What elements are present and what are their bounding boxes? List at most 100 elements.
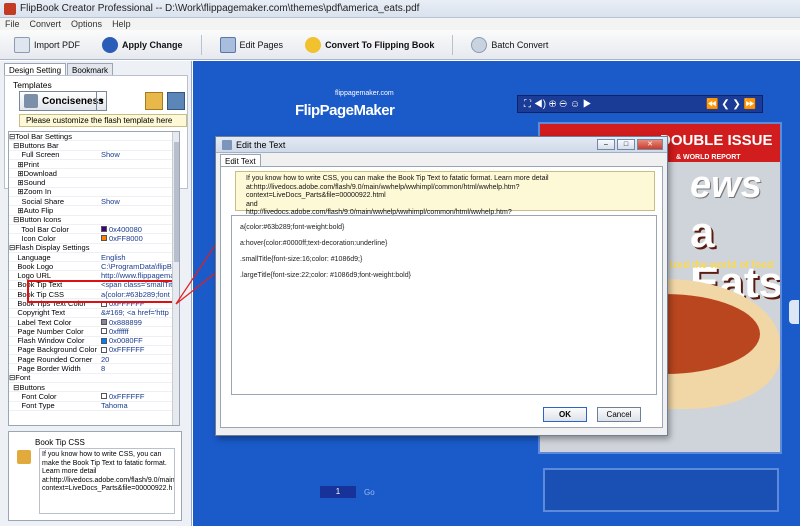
property-row[interactable]: ⊟Tool Bar Settings (9, 132, 179, 142)
color-swatch[interactable] (101, 337, 107, 344)
property-name: Page Border Width (9, 364, 81, 374)
property-value[interactable]: C:\ProgramData\flipBook (101, 262, 179, 271)
dialog-title: Edit the Text (236, 139, 286, 150)
menu-convert[interactable]: Convert (25, 19, 67, 29)
description-text: If you know how to write CSS, you can ma… (39, 448, 175, 514)
property-name: Label Text Color (9, 317, 72, 327)
property-row[interactable]: Book Logo C:\ProgramData\flipBook (9, 262, 179, 272)
property-row[interactable]: Page Rounded Corner 20 (9, 355, 179, 365)
maximize-icon[interactable]: □ (617, 139, 635, 150)
property-row[interactable]: ⊟Buttons (9, 383, 179, 393)
property-value[interactable]: 0x888899 (101, 318, 179, 327)
property-row[interactable]: Tool Bar Color 0x400080 (9, 225, 179, 235)
property-row[interactable]: Full Screen Show (9, 150, 179, 160)
import-pdf-button[interactable]: Import PDF (10, 34, 84, 56)
property-value[interactable]: English (101, 253, 179, 262)
edit-pages-icon (219, 36, 236, 53)
hint-line: If you know how to write CSS, you can ma… (246, 175, 549, 182)
property-name: ⊟Flash Display Settings (9, 243, 90, 253)
import-pdf-label: Import PDF (34, 39, 81, 50)
property-row[interactable]: Flash Window Color 0x0080FF (9, 336, 179, 346)
property-name: Font Color (9, 391, 57, 401)
batch-convert-button[interactable]: Batch Convert (467, 34, 552, 56)
app-icon (4, 2, 16, 15)
batch-convert-label: Batch Convert (491, 39, 549, 50)
property-row[interactable]: ⊟Font (9, 373, 179, 384)
page-number-input[interactable]: 1 (320, 486, 356, 498)
close-icon[interactable]: ✕ (637, 139, 663, 150)
property-value[interactable]: 8 (101, 364, 179, 373)
property-name: ⊞Auto Flip (9, 206, 54, 216)
menu-help[interactable]: Help (107, 19, 136, 29)
property-value[interactable]: &#169; <a href='http (101, 308, 179, 317)
property-row[interactable]: Social Share Show (9, 197, 179, 207)
css-editor[interactable]: a{color:#63b289;font-weight:bold} a:hove… (231, 215, 657, 395)
color-swatch[interactable] (101, 328, 107, 335)
menu-file[interactable]: File (0, 19, 25, 29)
property-value[interactable]: 0xFF8000 (101, 234, 179, 243)
property-row[interactable]: Font Type Tahoma (9, 401, 179, 411)
property-row[interactable]: Copyright Text &#169; <a href='http (9, 308, 179, 318)
property-row[interactable]: Language English (9, 253, 179, 263)
apply-change-label: Apply Change (122, 39, 183, 50)
property-row[interactable]: ⊟Button Icons (9, 215, 179, 225)
property-value[interactable]: Show (101, 150, 179, 159)
color-swatch[interactable] (101, 226, 107, 233)
property-row[interactable]: ⊞Print (9, 159, 179, 170)
convert-button[interactable]: Convert To Flipping Book (301, 34, 438, 56)
property-row[interactable]: Page Border Width 8 (9, 364, 179, 374)
property-value[interactable]: Show (101, 197, 179, 206)
ok-button[interactable]: OK (543, 407, 587, 422)
book-tool-icons[interactable]: ⛶ ◀) ⊕ ⊖ ☺ ▶ (524, 99, 592, 110)
property-value[interactable]: 0xFFFFFF (101, 345, 179, 354)
property-value-text: 0xFFFFFF (109, 391, 145, 401)
cancel-button[interactable]: Cancel (597, 407, 641, 422)
go-button[interactable]: Go (364, 488, 375, 497)
property-value[interactable]: 20 (101, 355, 179, 364)
dialog-window-buttons: – □ ✕ (597, 139, 663, 150)
property-value-text: http://www.flippagemaker.com (101, 271, 179, 281)
property-row[interactable]: ⊟Buttons Bar (9, 141, 179, 151)
menu-options[interactable]: Options (66, 19, 107, 29)
property-row[interactable]: Page Background Color 0xFFFFFF (9, 345, 179, 356)
color-swatch[interactable] (101, 393, 107, 400)
color-swatch[interactable] (101, 346, 107, 353)
apply-change-button[interactable]: Apply Change (98, 34, 187, 56)
side-handle[interactable] (789, 300, 799, 324)
color-swatch[interactable] (101, 319, 107, 326)
book-nav-icons[interactable]: ⏪ ❮ ❯ ⏩ (706, 99, 756, 110)
customize-icon[interactable] (145, 92, 163, 110)
template-hint: Please customize the flash template here (19, 114, 187, 127)
property-row[interactable]: ⊟Flash Display Settings (9, 243, 179, 253)
property-row[interactable]: ⊞Auto Flip (9, 206, 179, 216)
scroll-thumb[interactable] (174, 142, 179, 262)
property-name: Full Screen (9, 150, 60, 160)
property-value[interactable]: 0x400080 (101, 225, 179, 234)
refresh-icon (102, 36, 119, 53)
property-value[interactable]: Tahoma (101, 401, 179, 410)
grid-scrollbar[interactable] (172, 132, 179, 425)
property-row[interactable]: ⊞Zoom In (9, 187, 179, 198)
property-value[interactable]: 0xffffff (101, 327, 179, 336)
property-row[interactable]: ⊞Sound (9, 178, 179, 188)
property-row[interactable]: ⊞Download (9, 169, 179, 179)
color-swatch[interactable] (101, 235, 107, 242)
property-value-text: C:\ProgramData\flipBook (101, 261, 179, 271)
property-row[interactable]: Page Number Color 0xffffff (9, 327, 179, 337)
save-template-icon[interactable] (167, 92, 185, 110)
property-value[interactable]: 0x0080FF (101, 336, 179, 345)
chevron-down-icon[interactable]: ▼ (96, 92, 106, 110)
template-select[interactable]: Conciseness ▼ (19, 91, 107, 111)
cover-tagline: ized the world of food (670, 260, 774, 271)
property-row[interactable]: Label Text Color 0x888899 (9, 317, 179, 328)
property-name: ⊞Print (9, 159, 40, 169)
property-row[interactable]: Font Color 0xFFFFFF (9, 391, 179, 402)
edit-pages-button[interactable]: Edit Pages (216, 34, 288, 56)
property-value[interactable]: 0xFFFFFF (101, 392, 179, 401)
property-value-text: 0x0080FF (109, 336, 143, 346)
property-name: ⊞Zoom In (9, 187, 52, 197)
property-value[interactable]: http://www.flippagemaker.com (101, 271, 179, 280)
property-value-text: English (101, 252, 126, 262)
property-row[interactable]: Icon Color 0xFF8000 (9, 234, 179, 244)
minimize-icon[interactable]: – (597, 139, 615, 150)
